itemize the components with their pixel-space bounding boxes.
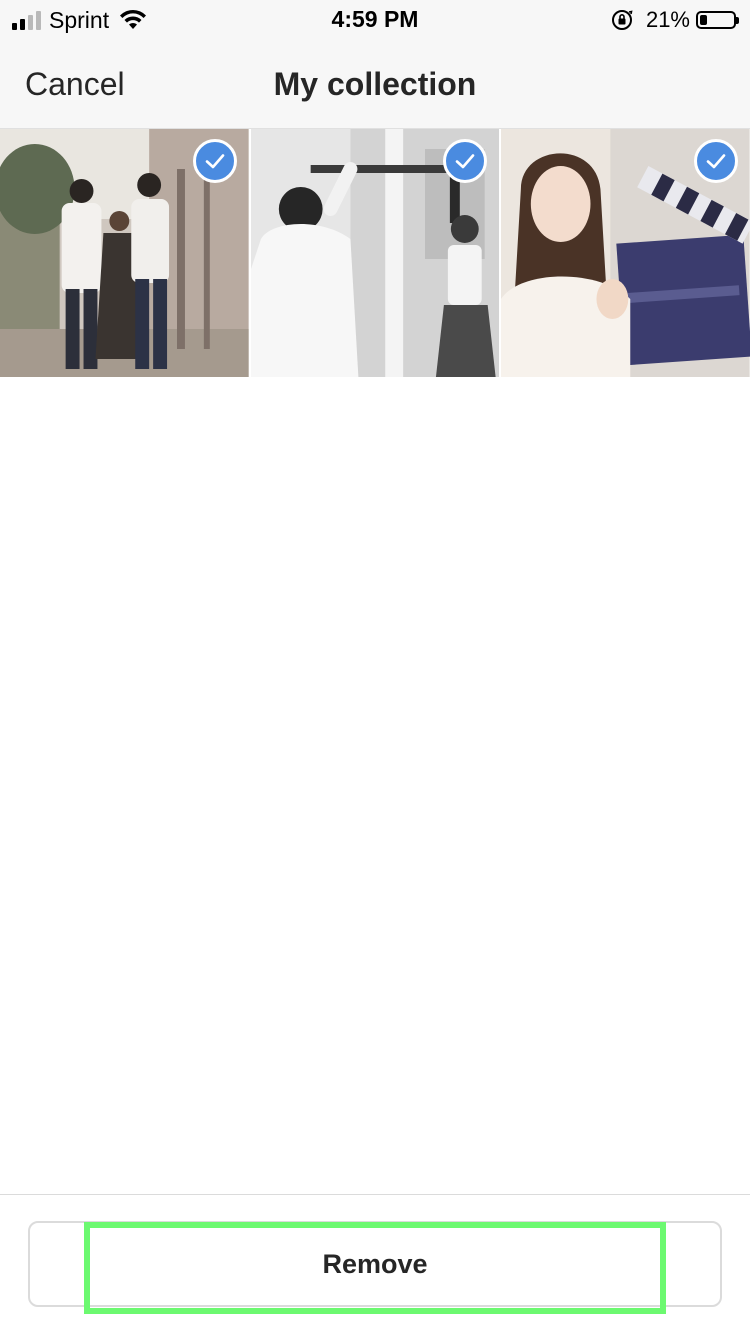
photo-tile-1[interactable] <box>0 129 249 377</box>
battery-level <box>700 15 707 25</box>
status-right: 21% <box>610 6 739 34</box>
nav-bar: Cancel My collection <box>0 40 750 129</box>
selected-check-icon <box>443 139 488 183</box>
remove-button[interactable]: Remove <box>28 1221 722 1307</box>
photo-tile-2[interactable] <box>250 129 500 377</box>
photo-grid <box>0 129 750 377</box>
remove-label: Remove <box>322 1248 428 1279</box>
battery-icon <box>696 11 739 29</box>
selected-check-icon <box>192 139 237 183</box>
footer-bar: Remove <box>0 1194 750 1335</box>
orientation-lock-icon <box>611 10 633 30</box>
status-bar: Sprint 4:59 PM 21% <box>0 0 750 40</box>
selected-check-icon <box>693 139 738 183</box>
battery-percent: 21% <box>645 7 690 32</box>
photo-tile-3[interactable] <box>501 129 750 377</box>
page-title: My collection <box>273 66 477 102</box>
